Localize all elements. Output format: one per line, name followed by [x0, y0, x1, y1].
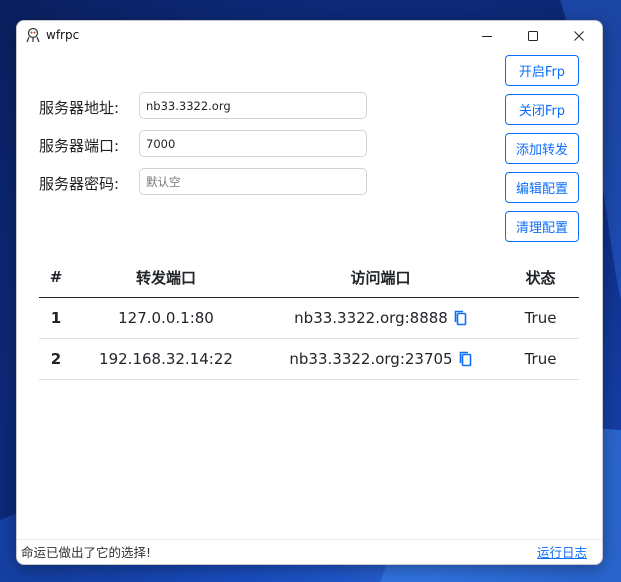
row-visit-port-cell: nb33.3322.org:23705	[259, 338, 502, 380]
clear-config-button[interactable]: 清理配置	[505, 211, 579, 242]
server-address-label: 服务器地址:	[39, 99, 120, 117]
window-title: wfrpc	[46, 28, 80, 42]
server-port-label: 服务器端口:	[39, 137, 120, 155]
server-password-field[interactable]	[139, 168, 367, 195]
row-status: True	[502, 297, 579, 339]
minimize-button[interactable]	[464, 21, 510, 51]
header-index: #	[39, 257, 73, 298]
server-password-label: 服务器密码:	[39, 175, 120, 193]
row-forward-port: 192.168.32.14:22	[73, 338, 259, 380]
maximize-button[interactable]	[510, 21, 556, 51]
header-forward-port: 转发端口	[73, 257, 259, 298]
app-logo-icon	[26, 27, 40, 43]
start-frp-button[interactable]: 开启Frp	[505, 55, 579, 86]
header-visit-port: 访问端口	[259, 257, 502, 298]
table-row[interactable]: 2 192.168.32.14:22 nb33.3322.org:23705 T…	[39, 338, 579, 380]
forward-table: # 转发端口 访问端口 状态 1 127.0.0.1:80 nb33.3322.…	[39, 257, 579, 380]
copy-icon[interactable]	[454, 310, 467, 326]
row-index: 1	[39, 297, 73, 339]
row-forward-port: 127.0.0.1:80	[73, 297, 259, 339]
table-header-row: # 转发端口 访问端口 状态	[39, 257, 579, 298]
table-row[interactable]: 1 127.0.0.1:80 nb33.3322.org:8888 True	[39, 297, 579, 339]
close-icon	[574, 31, 584, 41]
server-port-field[interactable]	[139, 130, 367, 157]
row-visit-port: nb33.3322.org:8888	[294, 309, 448, 327]
header-status: 状态	[502, 257, 579, 298]
server-address-field[interactable]	[139, 92, 367, 119]
title-bar[interactable]: wfrpc	[17, 21, 602, 51]
row-visit-port-cell: nb33.3322.org:8888	[259, 297, 502, 339]
run-log-link[interactable]: 运行日志	[537, 542, 587, 561]
row-visit-port: nb33.3322.org:23705	[289, 350, 453, 368]
edit-config-button[interactable]: 编辑配置	[505, 172, 579, 203]
add-forward-button[interactable]: 添加转发	[505, 133, 579, 164]
row-status: True	[502, 338, 579, 380]
status-bar-divider	[17, 539, 602, 540]
status-message: 命运已做出了它的选择!	[21, 545, 152, 560]
stop-frp-button[interactable]: 关闭Frp	[505, 94, 579, 125]
copy-icon[interactable]	[459, 351, 472, 367]
maximize-icon	[528, 31, 538, 41]
row-index: 2	[39, 338, 73, 380]
minimize-icon	[482, 36, 492, 37]
close-button[interactable]	[556, 21, 602, 51]
app-window: wfrpc 服务器地址: 服务器端口: 服务器密码: 开启Frp 关闭Frp 添…	[16, 20, 603, 565]
